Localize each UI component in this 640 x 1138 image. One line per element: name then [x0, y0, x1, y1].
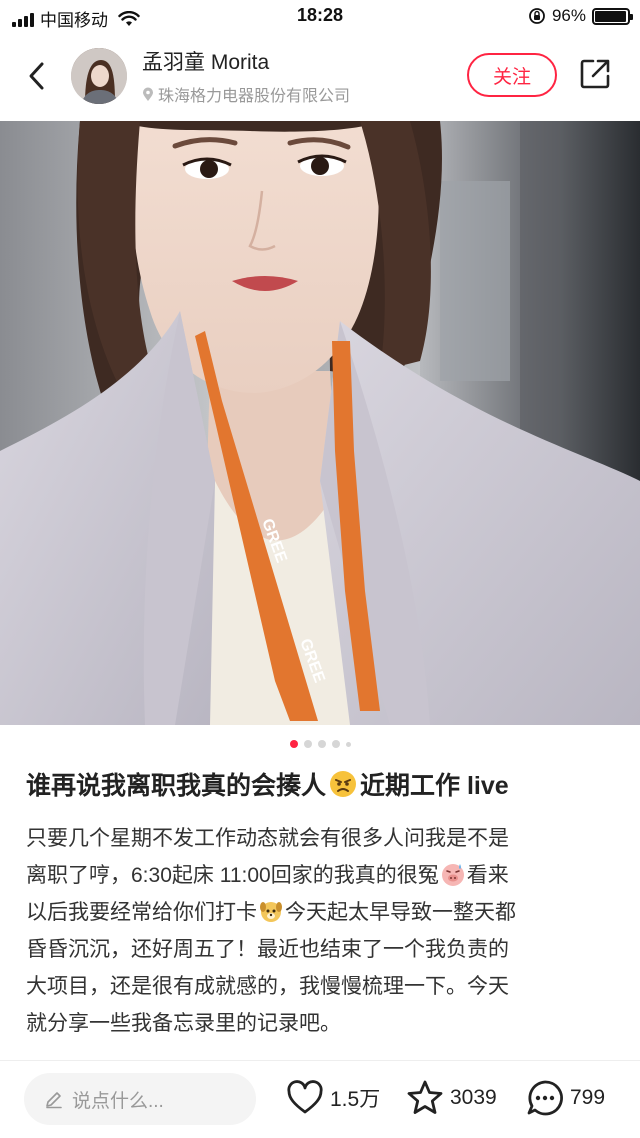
post-body-text: 只要几个星期不发工作动态就会有很多人问我是不是 [26, 827, 509, 850]
carousel-dot [303, 740, 312, 748]
carousel-dot [317, 740, 326, 748]
pencil-icon [46, 1092, 62, 1109]
selfie-illustration: GREE GREE [0, 121, 640, 725]
share-icon[interactable] [578, 57, 612, 91]
post-body-line: 以后我要经常给你们打卡 今天起太早导致一整天都 [26, 894, 626, 931]
avatar[interactable] [71, 48, 127, 104]
heart-icon [287, 1080, 323, 1114]
post-title-suffix: 近期工作 live [360, 772, 509, 800]
battery-percent: 96% [551, 6, 586, 25]
carousel-dot [331, 740, 340, 748]
comment-placeholder: 说点什么... [72, 1090, 164, 1112]
post-body-text: 今天起太早导致一整天都 [285, 901, 516, 924]
comment-count: 799 [570, 1086, 606, 1109]
follow-button[interactable]: 关注 [467, 53, 557, 97]
location-tag[interactable]: 珠海格力电器股份有限公司 [142, 82, 350, 106]
post-body-text: 看来 [466, 864, 509, 887]
post-body-line: 就分享一些我备忘录里的记录吧。 [26, 1005, 626, 1042]
post-body-text: 昏昏沉沉，还好周五了！最近也结束了一个我负责的 [26, 938, 509, 961]
post-header: 孟羽童 Morita 珠海格力电器股份有限公司 关注 [0, 36, 640, 120]
avatar-image [71, 48, 127, 104]
post-photo[interactable]: GREE GREE [0, 121, 640, 725]
post-body-text: 以后我要经常给你们打卡 [26, 901, 257, 924]
carousel-indicator [0, 740, 640, 748]
pig-sweat-emoji [441, 864, 464, 886]
location-text: 珠海格力电器股份有限公司 [158, 88, 351, 105]
angry-face-emoji [330, 771, 357, 797]
like-count: 1.5万 [330, 1088, 381, 1111]
comment-bubble-icon [527, 1080, 563, 1116]
post-body-text: 大项目，还是很有成就感的，我慢慢梳理一下。今天 [26, 975, 509, 998]
dog-emoji [260, 902, 282, 922]
rotation-lock-icon [529, 8, 545, 24]
back-icon[interactable] [22, 56, 52, 96]
collect-count: 3039 [450, 1086, 497, 1109]
carousel-dot [289, 740, 298, 748]
collect-button[interactable]: 3039 [406, 1079, 497, 1117]
post-body-line: 大项目，还是很有成就感的，我慢慢梳理一下。今天 [26, 968, 626, 1005]
post-title-text: 谁再说我离职我真的会揍人 [26, 772, 327, 800]
post-body-line: 昏昏沉沉，还好周五了！最近也结束了一个我负责的 [26, 931, 626, 968]
like-button[interactable]: 1.5万 [286, 1079, 380, 1117]
battery-icon [592, 7, 633, 25]
bottom-action-bar: 说点什么... 1.5万 3039 799 [0, 1060, 640, 1138]
post-body-text: 就分享一些我备忘录里的记录吧。 [26, 1012, 341, 1035]
post-body: 只要几个星期不发工作动态就会有很多人问我是不是 离职了哼，6:30起床 11:00… [26, 820, 626, 1042]
status-bar: 中国移动 18:28 96% [0, 0, 640, 34]
post-body-line: 离职了哼，6:30起床 11:00回家的我真的很冤 看来 [26, 857, 626, 894]
location-pin-icon [143, 87, 153, 101]
post-title: 谁再说我离职我真的会揍人 近期工作 live [26, 768, 626, 804]
status-right: 96% [528, 6, 633, 26]
post-body-line: 只要几个星期不发工作动态就会有很多人问我是不是 [26, 820, 626, 857]
post-body-text: 离职了哼，6:30起床 11:00回家的我真的很冤 [26, 864, 439, 887]
comment-input[interactable]: 说点什么... [24, 1073, 256, 1125]
carousel-dot [345, 741, 351, 747]
comment-button[interactable]: 799 [526, 1079, 605, 1117]
star-icon [407, 1080, 443, 1114]
user-name[interactable]: 孟羽童 Morita [142, 46, 269, 76]
battery-fill [595, 10, 626, 22]
